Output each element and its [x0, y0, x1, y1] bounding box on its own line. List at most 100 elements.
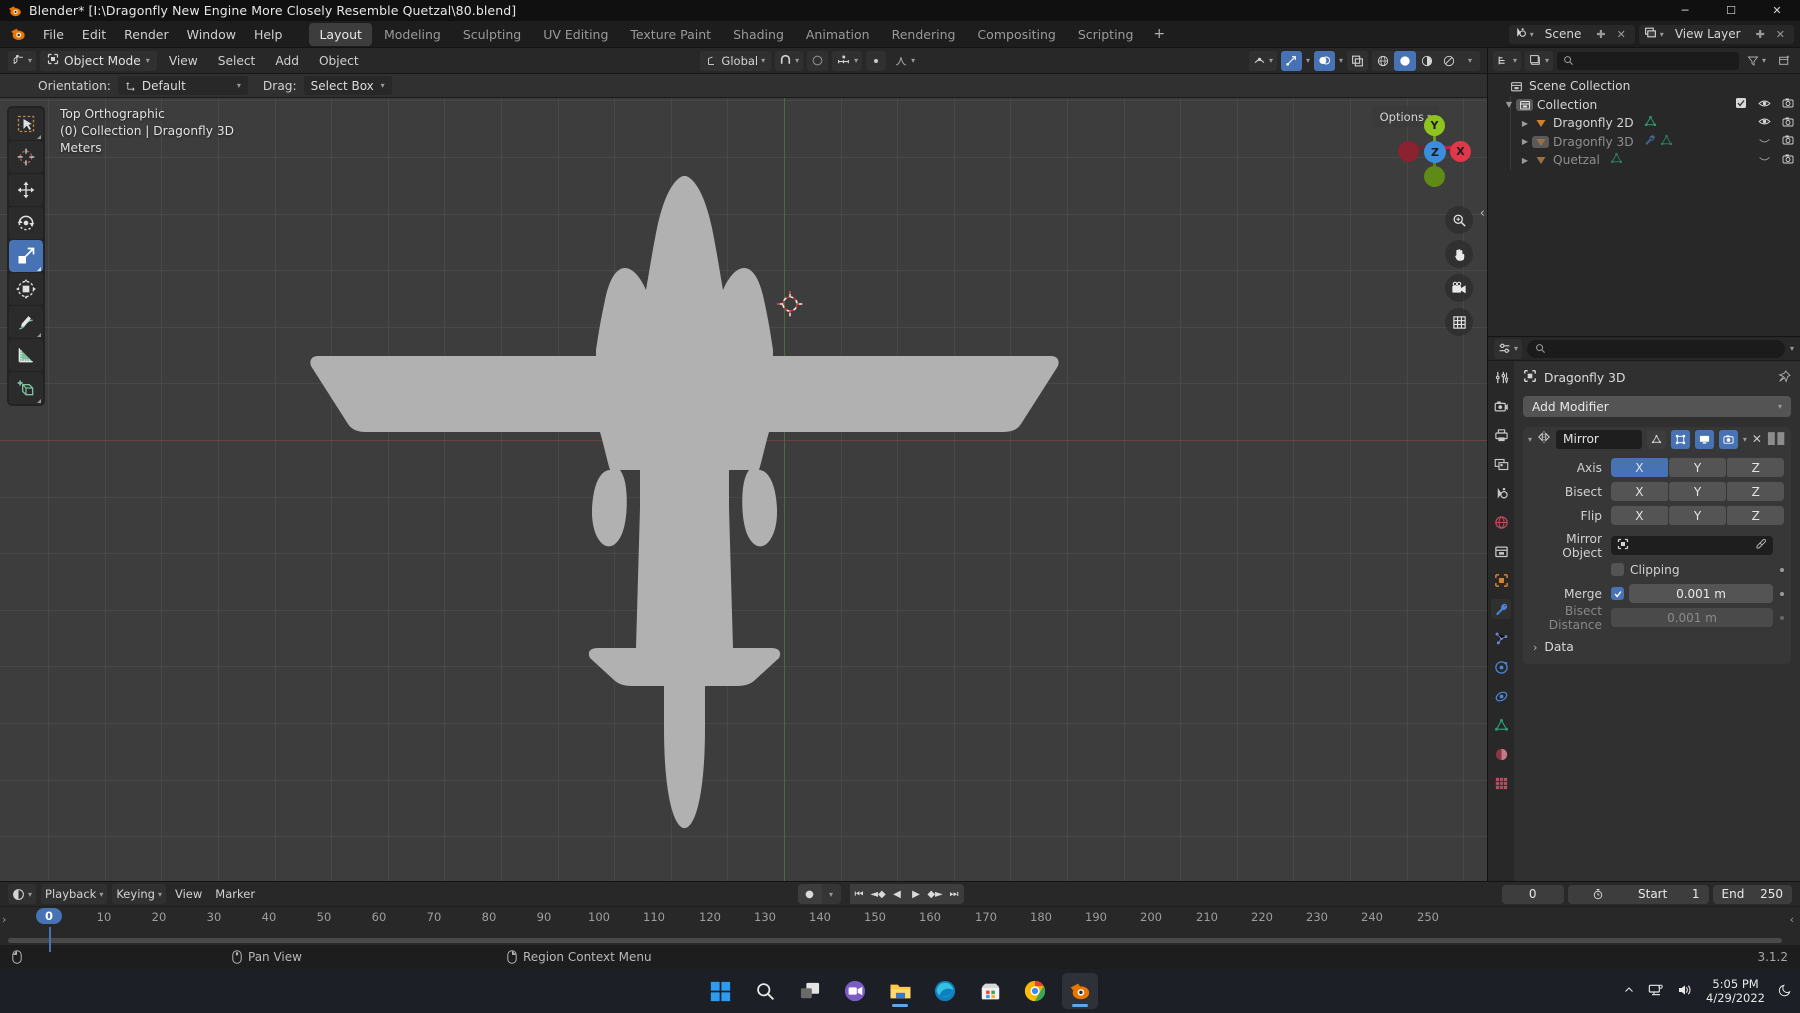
minimize-button[interactable]: ─: [1662, 0, 1708, 21]
timeline-sidebar-toggle[interactable]: ›: [2, 913, 6, 926]
modifier-on-cage-toggle[interactable]: [1646, 429, 1666, 449]
modifier-collapse-chevron-icon[interactable]: ▾: [1528, 435, 1532, 444]
viewport-menu-view[interactable]: View: [161, 52, 206, 70]
tweak-select-box-tool[interactable]: [9, 108, 43, 140]
scene-selector[interactable]: ▾ Scene ✚ ✕: [1508, 24, 1635, 44]
tab-uv-editing[interactable]: UV Editing: [533, 23, 618, 46]
world-tab[interactable]: [1491, 512, 1511, 532]
data-tab[interactable]: [1491, 715, 1511, 735]
constraints-tab[interactable]: [1491, 686, 1511, 706]
timeline-menu-view[interactable]: View: [171, 884, 206, 904]
modifier-wrench-icon[interactable]: [1644, 134, 1656, 149]
grid-ortho-icon[interactable]: [1445, 308, 1473, 336]
jump-to-end-button[interactable]: ⏭: [944, 884, 964, 904]
gizmo-negx-ball[interactable]: [1398, 141, 1419, 162]
mesh-data-icon[interactable]: [1660, 134, 1673, 150]
view-layer-tab[interactable]: [1491, 454, 1511, 474]
task-view-icon[interactable]: [792, 973, 828, 1009]
volume-icon[interactable]: [1677, 983, 1693, 1000]
timeline-menu-keying[interactable]: Keying ▾: [112, 884, 166, 904]
timer-icon[interactable]: [1567, 884, 1629, 904]
proportional-falloff-toggle[interactable]: [866, 50, 887, 71]
teams-icon[interactable]: [837, 973, 873, 1009]
new-view-layer-icon[interactable]: ✚: [1752, 28, 1769, 41]
drag-dropdown[interactable]: Select Box ▾: [303, 76, 392, 95]
particles-tab[interactable]: [1491, 628, 1511, 648]
mesh-data-icon[interactable]: [1644, 115, 1657, 131]
tab-animation[interactable]: Animation: [796, 23, 880, 46]
physics-tab[interactable]: [1491, 657, 1511, 677]
timeline-editor-icon[interactable]: ▾: [8, 884, 37, 904]
eye-closed-icon[interactable]: [1758, 153, 1771, 167]
axis-z-button[interactable]: Z: [1727, 458, 1785, 477]
delete-scene-icon[interactable]: ✕: [1613, 28, 1630, 41]
viewport-menu-object[interactable]: Object: [311, 52, 367, 70]
gizmo-y-ball[interactable]: Y: [1424, 115, 1445, 136]
scale-tool[interactable]: [9, 240, 43, 272]
gizmo-negy-ball[interactable]: [1424, 166, 1445, 187]
transform-orientation-selector[interactable]: Global ▾: [700, 50, 772, 71]
eye-icon[interactable]: [1758, 116, 1771, 130]
camera-render-icon[interactable]: [1782, 116, 1794, 131]
expander-collection[interactable]: ▼: [1502, 100, 1516, 109]
merge-checkbox[interactable]: [1611, 587, 1624, 600]
pan-hand-icon[interactable]: [1445, 240, 1473, 268]
tab-layout[interactable]: Layout: [309, 22, 372, 46]
add-modifier-button[interactable]: Add Modifier ▾: [1523, 396, 1791, 417]
viewport-menu-select[interactable]: Select: [210, 52, 264, 70]
outliner-row-dragonfly-3d[interactable]: ▶ Dragonfly 3D: [1488, 133, 1800, 152]
outliner-display-mode-icon[interactable]: ▾: [1493, 50, 1522, 71]
material-tab[interactable]: [1491, 744, 1511, 764]
rotate-tool[interactable]: [9, 207, 43, 239]
shading-options-dropdown[interactable]: ▾: [1460, 51, 1480, 71]
eye-icon[interactable]: [1758, 98, 1771, 112]
bisect-y-button[interactable]: Y: [1669, 482, 1726, 501]
falloff-curve-selector[interactable]: ▾: [890, 51, 919, 71]
snap-increment-toggle[interactable]: ▾: [832, 50, 863, 71]
flip-x-button[interactable]: X: [1611, 506, 1668, 525]
clipping-animate-dot[interactable]: [1780, 567, 1784, 572]
current-frame-field[interactable]: 0: [1502, 884, 1564, 904]
transform-tool[interactable]: [9, 273, 43, 305]
3d-viewport[interactable]: Top Orthographic (0) Collection | Dragon…: [0, 98, 1487, 881]
auto-keying-record-icon[interactable]: ●: [797, 884, 822, 904]
texture-tab[interactable]: [1491, 773, 1511, 793]
flip-z-button[interactable]: Z: [1727, 506, 1785, 525]
annotate-tool[interactable]: [9, 306, 43, 338]
play-button[interactable]: ▶: [906, 884, 926, 904]
chrome-icon[interactable]: [1017, 973, 1053, 1009]
expander-dragonfly-2d[interactable]: ▶: [1518, 119, 1532, 128]
jump-to-start-button[interactable]: ⏮: [849, 884, 869, 904]
chevron-down-icon[interactable]: ▾: [1306, 56, 1310, 65]
zoom-icon[interactable]: [1445, 206, 1473, 234]
menu-render[interactable]: Render: [115, 24, 178, 45]
bisect-distance-field[interactable]: 0.001 m: [1611, 608, 1773, 627]
blender-menu-icon[interactable]: [10, 26, 26, 42]
maximize-button[interactable]: ☐: [1708, 0, 1754, 21]
properties-options-chevron-down-icon[interactable]: ▾: [1790, 344, 1794, 353]
eyedropper-icon[interactable]: [1755, 538, 1767, 554]
shading-solid-button[interactable]: [1393, 50, 1416, 71]
shading-rendered-button[interactable]: [1438, 51, 1460, 71]
modifier-del-icon[interactable]: ✕: [1752, 432, 1762, 446]
camera-render-icon[interactable]: [1782, 134, 1794, 149]
cursor-tool[interactable]: [9, 141, 43, 173]
outliner-row-dragonfly-2d[interactable]: ▶ Dragonfly 2D: [1488, 114, 1800, 133]
modifier-tab[interactable]: [1491, 599, 1511, 619]
modifier-realtime-toggle[interactable]: [1694, 429, 1714, 449]
playhead[interactable]: 0: [35, 908, 63, 924]
snapping-toggle[interactable]: ▾: [775, 50, 804, 71]
menu-file[interactable]: File: [34, 24, 73, 45]
menu-help[interactable]: Help: [245, 24, 292, 45]
modifier-name-field[interactable]: Mirror: [1556, 429, 1642, 449]
bisect-distance-animate-dot[interactable]: [1780, 615, 1784, 620]
gizmo-z-ball[interactable]: Z: [1424, 141, 1446, 163]
scene-tab[interactable]: [1491, 483, 1511, 503]
timeline-menu-marker[interactable]: Marker: [211, 884, 259, 904]
shading-material-preview-button[interactable]: [1416, 51, 1438, 71]
timeline-horizontal-scrollbar[interactable]: [8, 938, 1782, 943]
start-frame-field[interactable]: Start 1: [1629, 884, 1709, 904]
camera-render-icon[interactable]: [1782, 153, 1794, 168]
object-mode-selector[interactable]: Object Mode ▾: [40, 50, 157, 71]
modifier-extras-chevron-icon[interactable]: ▾: [1743, 435, 1747, 444]
